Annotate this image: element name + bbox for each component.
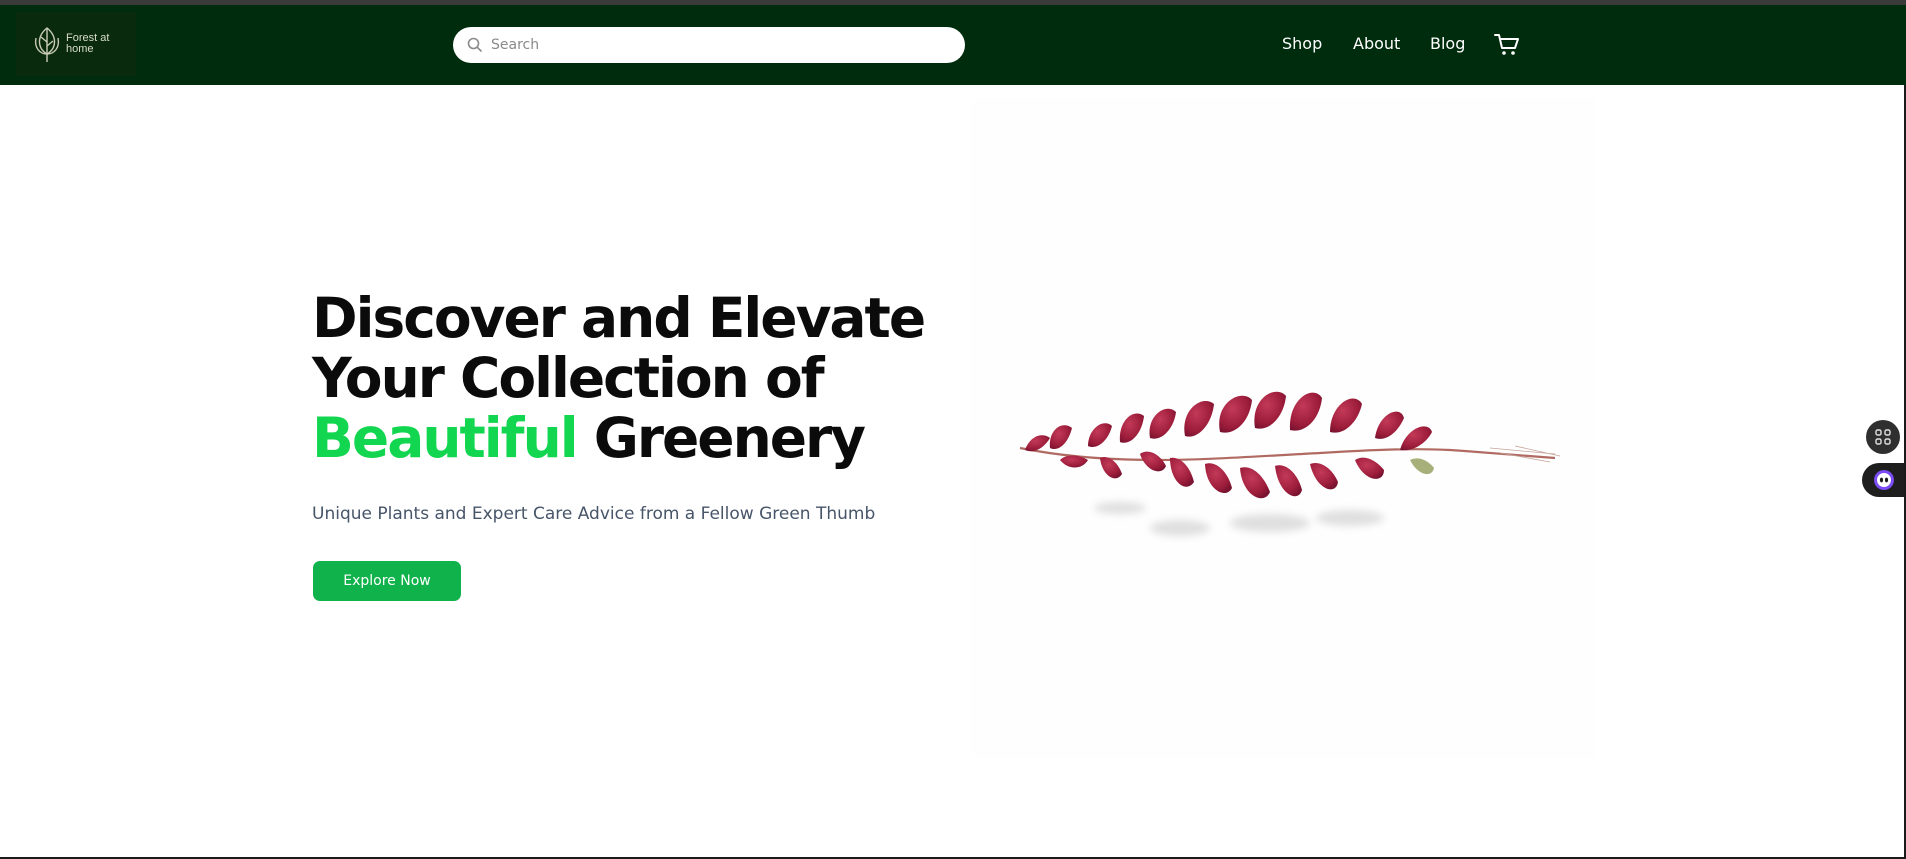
hero-title-accent: Beautiful: [312, 406, 579, 470]
search-input[interactable]: [491, 27, 951, 63]
hero-subtitle: Unique Plants and Expert Care Advice fro…: [312, 504, 876, 524]
nav-link-blog[interactable]: Blog: [1430, 34, 1465, 53]
grid-widget-button[interactable]: [1866, 420, 1900, 454]
hero-title-end: Greenery: [576, 406, 866, 470]
leaf-logo-icon: [34, 27, 60, 62]
grid-icon: [1875, 429, 1891, 445]
assistant-icon: [1874, 470, 1894, 490]
top-navbar: Forest at home Shop About Blog: [0, 5, 1906, 85]
cart-icon: [1494, 34, 1519, 55]
site-logo[interactable]: Forest at home: [16, 12, 136, 76]
assistant-widget-button[interactable]: [1862, 463, 1906, 497]
nav-link-shop[interactable]: Shop: [1282, 34, 1322, 53]
nav-link-about[interactable]: About: [1353, 34, 1400, 53]
hero-title-line-2: Your Collection of: [312, 346, 825, 410]
search-bar[interactable]: [453, 27, 965, 63]
cart-button[interactable]: [1494, 33, 1520, 62]
explore-now-button[interactable]: Explore Now: [313, 561, 461, 601]
hero-title: Discover and Elevate Your Collection of …: [312, 288, 932, 468]
logo-text: Forest at home: [66, 32, 110, 55]
hero-image: [970, 98, 1595, 758]
hero-title-line-1: Discover and Elevate: [312, 286, 926, 350]
red-leaf-branch-image: [1019, 391, 1561, 536]
search-icon: [467, 37, 482, 52]
